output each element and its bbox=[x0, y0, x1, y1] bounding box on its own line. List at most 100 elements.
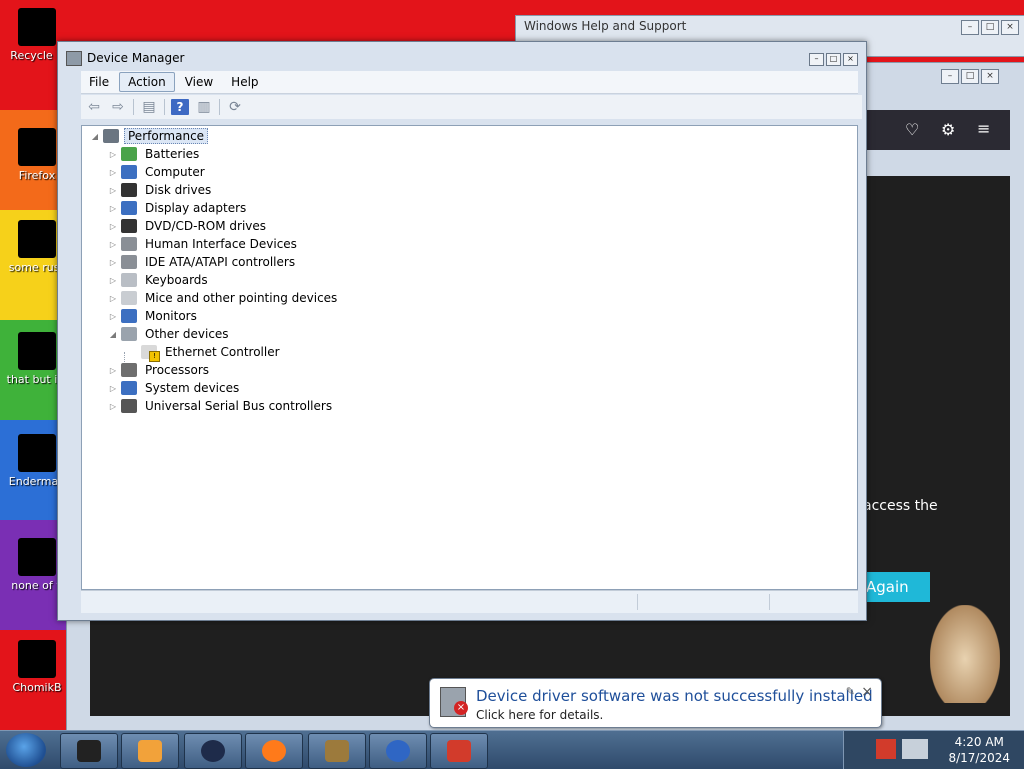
forward-arrow-icon[interactable]: ⇨ bbox=[109, 99, 127, 115]
menu-icon[interactable]: ≡ bbox=[977, 119, 990, 138]
tree-item-label: IDE ATA/ATAPI controllers bbox=[145, 255, 296, 269]
tree-item-label: Ethernet Controller bbox=[165, 345, 280, 359]
try-again-button[interactable]: Again bbox=[856, 572, 930, 602]
menu-action[interactable]: Action bbox=[119, 72, 175, 92]
device-category-icon: ! bbox=[141, 345, 160, 362]
clock-time: 4:20 AM bbox=[954, 735, 1004, 749]
back-arrow-icon[interactable]: ⇦ bbox=[85, 99, 103, 115]
tree-item-label: Processors bbox=[145, 363, 210, 377]
maximize-icon[interactable]: □ bbox=[826, 53, 841, 66]
device-manager-window[interactable]: Device Manager – □ × File Action View He… bbox=[57, 41, 867, 621]
expand-arrow-icon[interactable]: ▷ bbox=[108, 150, 118, 159]
start-button[interactable] bbox=[6, 733, 46, 767]
desktop-icon-chomikb[interactable]: ChomikB bbox=[0, 640, 74, 695]
media-player-icon bbox=[138, 740, 162, 762]
close-icon[interactable]: × bbox=[843, 53, 858, 66]
minimize-icon[interactable]: – bbox=[941, 69, 959, 84]
tree-category-item[interactable]: ▷ Monitors bbox=[108, 307, 200, 325]
notification-subtitle[interactable]: Click here for details. bbox=[476, 708, 603, 722]
taskbar-item-3[interactable] bbox=[184, 733, 242, 769]
menu-view[interactable]: View bbox=[177, 73, 221, 91]
expand-arrow-icon[interactable]: ▷ bbox=[108, 186, 118, 195]
browser-window-controls: – □ × bbox=[941, 69, 999, 84]
minimize-icon[interactable]: – bbox=[961, 20, 979, 35]
expand-arrow-icon[interactable]: ▷ bbox=[108, 366, 118, 375]
network-tray-icon[interactable] bbox=[902, 739, 928, 759]
taskbar-item-toolbox[interactable] bbox=[430, 733, 488, 769]
tree-device-item[interactable]: ! Ethernet Controller bbox=[128, 343, 283, 362]
expand-arrow-icon[interactable]: ▷ bbox=[108, 384, 118, 393]
tree-category-item[interactable]: ▷ Human Interface Devices bbox=[108, 235, 300, 253]
clock[interactable]: 4:20 AM 8/17/2024 bbox=[948, 734, 1010, 766]
tree-category-item[interactable]: ▷ Display adapters bbox=[108, 199, 249, 217]
file-icon bbox=[18, 220, 56, 258]
expand-arrow-icon[interactable]: ▷ bbox=[108, 312, 118, 321]
tree-category-item[interactable]: ▷ DVD/CD-ROM drives bbox=[108, 217, 269, 235]
help-icon[interactable]: ? bbox=[171, 99, 189, 115]
browser-toolbar: ♡ ⚙ ≡ bbox=[865, 110, 1010, 150]
device-category-icon bbox=[121, 201, 137, 215]
tree-item-label: Mice and other pointing devices bbox=[145, 291, 338, 305]
device-manager-icon bbox=[66, 50, 82, 66]
properties-icon[interactable]: ▤ bbox=[140, 99, 158, 115]
tree-category-item[interactable]: ▷ Processors bbox=[108, 361, 212, 379]
expand-arrow-icon[interactable]: ▷ bbox=[108, 168, 118, 177]
tree-root-performance[interactable]: ◢ Performance bbox=[90, 127, 209, 145]
tree-category-item[interactable]: ▷ Batteries bbox=[108, 145, 202, 163]
device-category-icon bbox=[121, 363, 137, 377]
taskbar-item-2[interactable] bbox=[121, 733, 179, 769]
close-icon[interactable]: × bbox=[861, 684, 873, 700]
hamster-image bbox=[930, 605, 1000, 703]
device-manager-titlebar: Device Manager bbox=[66, 49, 184, 67]
close-icon[interactable]: × bbox=[981, 69, 999, 84]
tree-category-item[interactable]: ◢ Other devices bbox=[108, 325, 232, 343]
tree-category-item[interactable]: ▷ System devices bbox=[108, 379, 242, 397]
tree-category-item[interactable]: ▷ Keyboards bbox=[108, 271, 211, 289]
taskbar-item-help[interactable] bbox=[369, 733, 427, 769]
device-tray-icon[interactable] bbox=[876, 739, 896, 759]
menu-help[interactable]: Help bbox=[223, 73, 266, 91]
collapse-arrow-icon[interactable]: ◢ bbox=[90, 132, 100, 141]
recycle-bin-icon bbox=[18, 8, 56, 46]
menu-bar: File Action View Help bbox=[81, 71, 858, 94]
tree-category-item[interactable]: ▷ Computer bbox=[108, 163, 208, 181]
help-window-title: Windows Help and Support bbox=[524, 19, 687, 33]
scan-hardware-icon[interactable]: ⟳ bbox=[226, 99, 244, 115]
file-icon bbox=[18, 434, 56, 472]
expand-arrow-icon[interactable]: ▷ bbox=[108, 402, 118, 411]
tree-category-item[interactable]: ▷ Disk drives bbox=[108, 181, 214, 199]
tree-category-item[interactable]: ▷ IDE ATA/ATAPI controllers bbox=[108, 253, 298, 271]
device-category-icon bbox=[121, 291, 137, 305]
minimize-icon[interactable]: – bbox=[809, 53, 824, 66]
maximize-icon[interactable]: □ bbox=[981, 20, 999, 35]
toolbar: ⇦ ⇨ ▤ ? ▥ ⟳ bbox=[81, 95, 862, 119]
maximize-icon[interactable]: □ bbox=[961, 69, 979, 84]
tree-category-item[interactable]: ▷ Universal Serial Bus controllers bbox=[108, 397, 335, 415]
collapse-arrow-icon[interactable]: ◢ bbox=[108, 330, 118, 339]
window-controls: – □ × bbox=[809, 53, 858, 66]
hamster-icon bbox=[325, 740, 349, 762]
options-icon[interactable]: ✎ bbox=[846, 685, 855, 698]
close-icon[interactable]: × bbox=[1001, 20, 1019, 35]
status-bar bbox=[81, 590, 858, 613]
expand-arrow-icon[interactable]: ▷ bbox=[108, 222, 118, 231]
taskbar: 4:20 AM 8/17/2024 bbox=[0, 730, 1024, 769]
tree-category-item[interactable]: ▷ Mice and other pointing devices bbox=[108, 289, 340, 307]
taskbar-item-firefox[interactable] bbox=[245, 733, 303, 769]
expand-arrow-icon[interactable]: ▷ bbox=[108, 258, 118, 267]
device-category-icon bbox=[121, 399, 137, 413]
show-hide-icon[interactable]: ▥ bbox=[195, 99, 213, 115]
error-icon: × bbox=[454, 701, 468, 715]
taskbar-item-5[interactable] bbox=[308, 733, 366, 769]
driver-notification[interactable]: × Device driver software was not success… bbox=[429, 678, 882, 728]
menu-file[interactable]: File bbox=[81, 73, 117, 91]
extensions-icon[interactable]: ⚙ bbox=[941, 120, 955, 139]
expand-arrow-icon[interactable]: ▷ bbox=[108, 240, 118, 249]
expand-arrow-icon[interactable]: ▷ bbox=[108, 204, 118, 213]
pocket-icon[interactable]: ♡ bbox=[905, 120, 919, 139]
expand-arrow-icon[interactable]: ▷ bbox=[108, 294, 118, 303]
tree-item-label: Monitors bbox=[145, 309, 197, 323]
taskbar-item-1[interactable] bbox=[60, 733, 118, 769]
tree-item-label: Human Interface Devices bbox=[145, 237, 297, 251]
expand-arrow-icon[interactable]: ▷ bbox=[108, 276, 118, 285]
